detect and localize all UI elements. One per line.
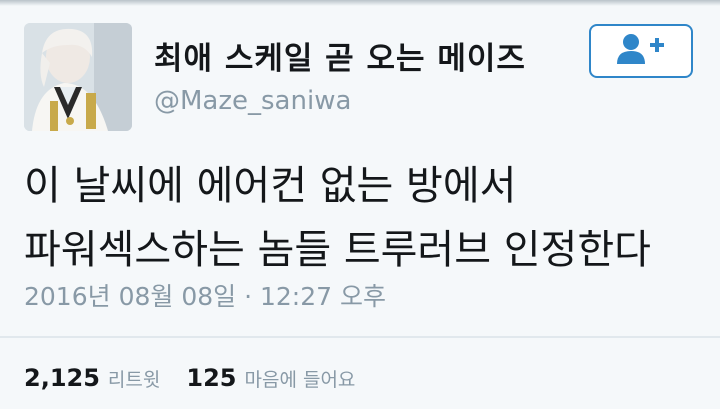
author-display-name[interactable]: 최애 스케일 곧 오는 메이즈 [154, 33, 526, 78]
like-stat[interactable]: 125 마음에 들어요 [186, 364, 355, 392]
like-count: 125 [186, 364, 237, 392]
like-label: 마음에 들어요 [244, 369, 356, 391]
tweet-timestamp[interactable]: 2016년 08월 08일 · 12:27 오후 [24, 277, 386, 313]
tweet-stats: 2,125 리트윗 125 마음에 들어요 [24, 364, 355, 392]
tweet-text-line: 이 날씨에 에어컨 없는 방에서 [24, 163, 517, 209]
tweet-text: 이 날씨에 에어컨 없는 방에서 파워섹스하는 놈들 트루러브 인정한다 [24, 154, 704, 282]
author-handle[interactable]: @Maze_saniwa [154, 86, 351, 116]
divider [0, 336, 720, 338]
retweet-stat[interactable]: 2,125 리트윗 [24, 364, 160, 392]
top-edge-shadow [0, 0, 720, 6]
tweet-text-line: 파워섹스하는 놈들 트루러브 인정한다 [24, 227, 651, 273]
retweet-label: 리트윗 [107, 369, 161, 391]
profile-avatar-icon[interactable] [24, 23, 132, 131]
add-user-icon [615, 32, 667, 70]
retweet-count: 2,125 [24, 364, 100, 392]
follow-button[interactable] [589, 24, 693, 78]
